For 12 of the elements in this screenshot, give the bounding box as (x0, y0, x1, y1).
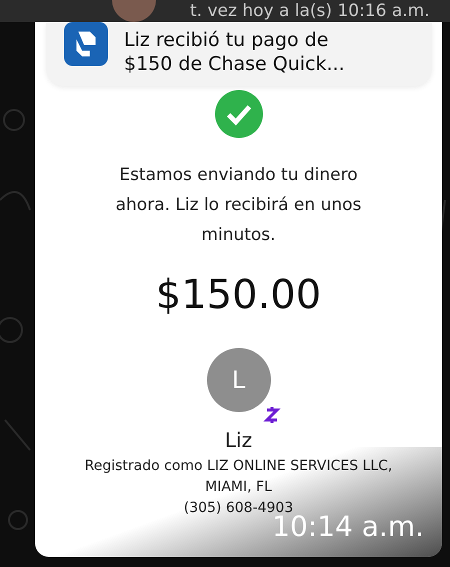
zelle-icon (260, 404, 282, 426)
notification-text: $150 de Chase Quick... (124, 52, 345, 76)
bank-app-icon (64, 22, 108, 66)
registration-text: Registrado como LIZ ONLINE SERVICES LLC, MIAMI, FL (84, 457, 394, 497)
check-icon (214, 90, 262, 138)
notification-text: Liz recibió tu pago de (124, 28, 330, 52)
last-seen-text: t. vez hoy a la(s) 10:16 a.m. (190, 2, 430, 20)
recipient-name: Liz (224, 428, 252, 452)
notification-banner[interactable]: Liz recibió tu pago de $150 de Chase Quick... (46, 22, 432, 86)
status-message: Estamos enviando tu dinero ahora. Liz lo recibirá en unos minutos. (114, 164, 362, 247)
phone-number: (305) 608-4903 (184, 499, 294, 516)
payment-amount: $150.00 (156, 272, 322, 318)
